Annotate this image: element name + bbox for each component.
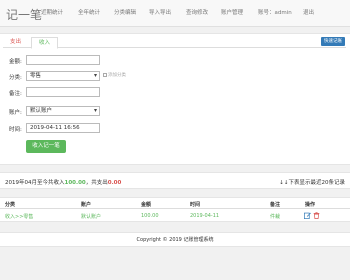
recent-records-note: ↓↓下表显示最近20条记录: [279, 180, 345, 186]
nav-account-manage[interactable]: 账户管理: [221, 0, 243, 27]
row-time: 2019-04-11: [190, 213, 220, 219]
summary-expense: 0.00: [107, 180, 122, 186]
row-account: 默认账户: [81, 214, 102, 220]
col-category: 分类: [5, 202, 16, 208]
account-label: 账户:: [9, 110, 22, 116]
account-select[interactable]: 默认账户: [26, 106, 100, 116]
table-row: 收入>>零售 默认账户 100.00 2019-04-11 件裁: [0, 209, 350, 222]
add-category-link[interactable]: 添加分类: [103, 72, 126, 78]
quick-entry-button[interactable]: 快速记账: [321, 37, 345, 46]
amount-label: 金额:: [9, 59, 22, 65]
nav-recent-stats[interactable]: 近期统计: [41, 0, 63, 27]
nav-query-edit[interactable]: 查询修改: [186, 0, 208, 27]
category-label: 分类:: [9, 75, 22, 81]
row-note: 件裁: [270, 214, 281, 220]
tab-expense[interactable]: 支出: [3, 37, 28, 48]
summary-middle: ，共支出: [85, 180, 108, 186]
nav-yearly-stats[interactable]: 全年统计: [78, 0, 100, 27]
summary-bar: 2019年04月至今共收入100.00，共支出0.00 ↓↓下表显示最近20条记…: [0, 172, 350, 189]
page-footer: Copyright © 2019 记账管理系统: [0, 232, 350, 247]
time-label: 时间:: [9, 127, 22, 133]
checkbox-icon: [103, 72, 107, 77]
top-navbar: 记一笔 近期统计 全年统计 分类编辑 导入导出 查询修改 账户管理 账号：adm…: [0, 0, 350, 27]
delete-icon[interactable]: [313, 212, 320, 219]
row-category: 收入>>零售: [5, 214, 34, 220]
summary-income: 100.00: [64, 180, 86, 186]
note-label: 备注:: [9, 91, 22, 97]
brand-logo[interactable]: 记一笔: [6, 6, 42, 23]
note-input[interactable]: [26, 87, 100, 97]
nav-logout[interactable]: 退出: [303, 0, 314, 27]
records-table: 分类 账户 金额 时间 备注 操作 收入>>零售 默认账户 100.00 201…: [0, 197, 350, 222]
nav-category-edit[interactable]: 分类编辑: [114, 0, 136, 27]
col-time: 时间: [190, 202, 201, 208]
tab-income[interactable]: 收入: [31, 37, 59, 49]
row-amount: 100.00: [141, 213, 159, 219]
add-category-text: 添加分类: [108, 73, 126, 78]
col-note: 备注: [270, 202, 281, 208]
table-header: 分类 账户 金额 时间 备注 操作: [0, 198, 350, 209]
entry-tabs: 支出 收入: [3, 37, 346, 49]
summary-text: 2019年04月至今共收入100.00，共支出0.00: [5, 178, 121, 186]
col-actions: 操作: [305, 202, 316, 208]
submit-income-button[interactable]: 收入记一笔: [26, 140, 66, 153]
category-select[interactable]: 零售: [26, 71, 100, 81]
amount-input[interactable]: [26, 55, 100, 65]
nav-user-account[interactable]: 账号：admin: [258, 0, 292, 27]
summary-prefix: 2019年04月至今共收入: [5, 180, 65, 186]
time-input[interactable]: 2019-04-11 16:56: [26, 123, 100, 133]
col-amount: 金额: [141, 202, 152, 208]
nav-import-export[interactable]: 导入导出: [149, 0, 171, 27]
col-account: 账户: [81, 202, 92, 208]
edit-icon[interactable]: [304, 212, 311, 219]
